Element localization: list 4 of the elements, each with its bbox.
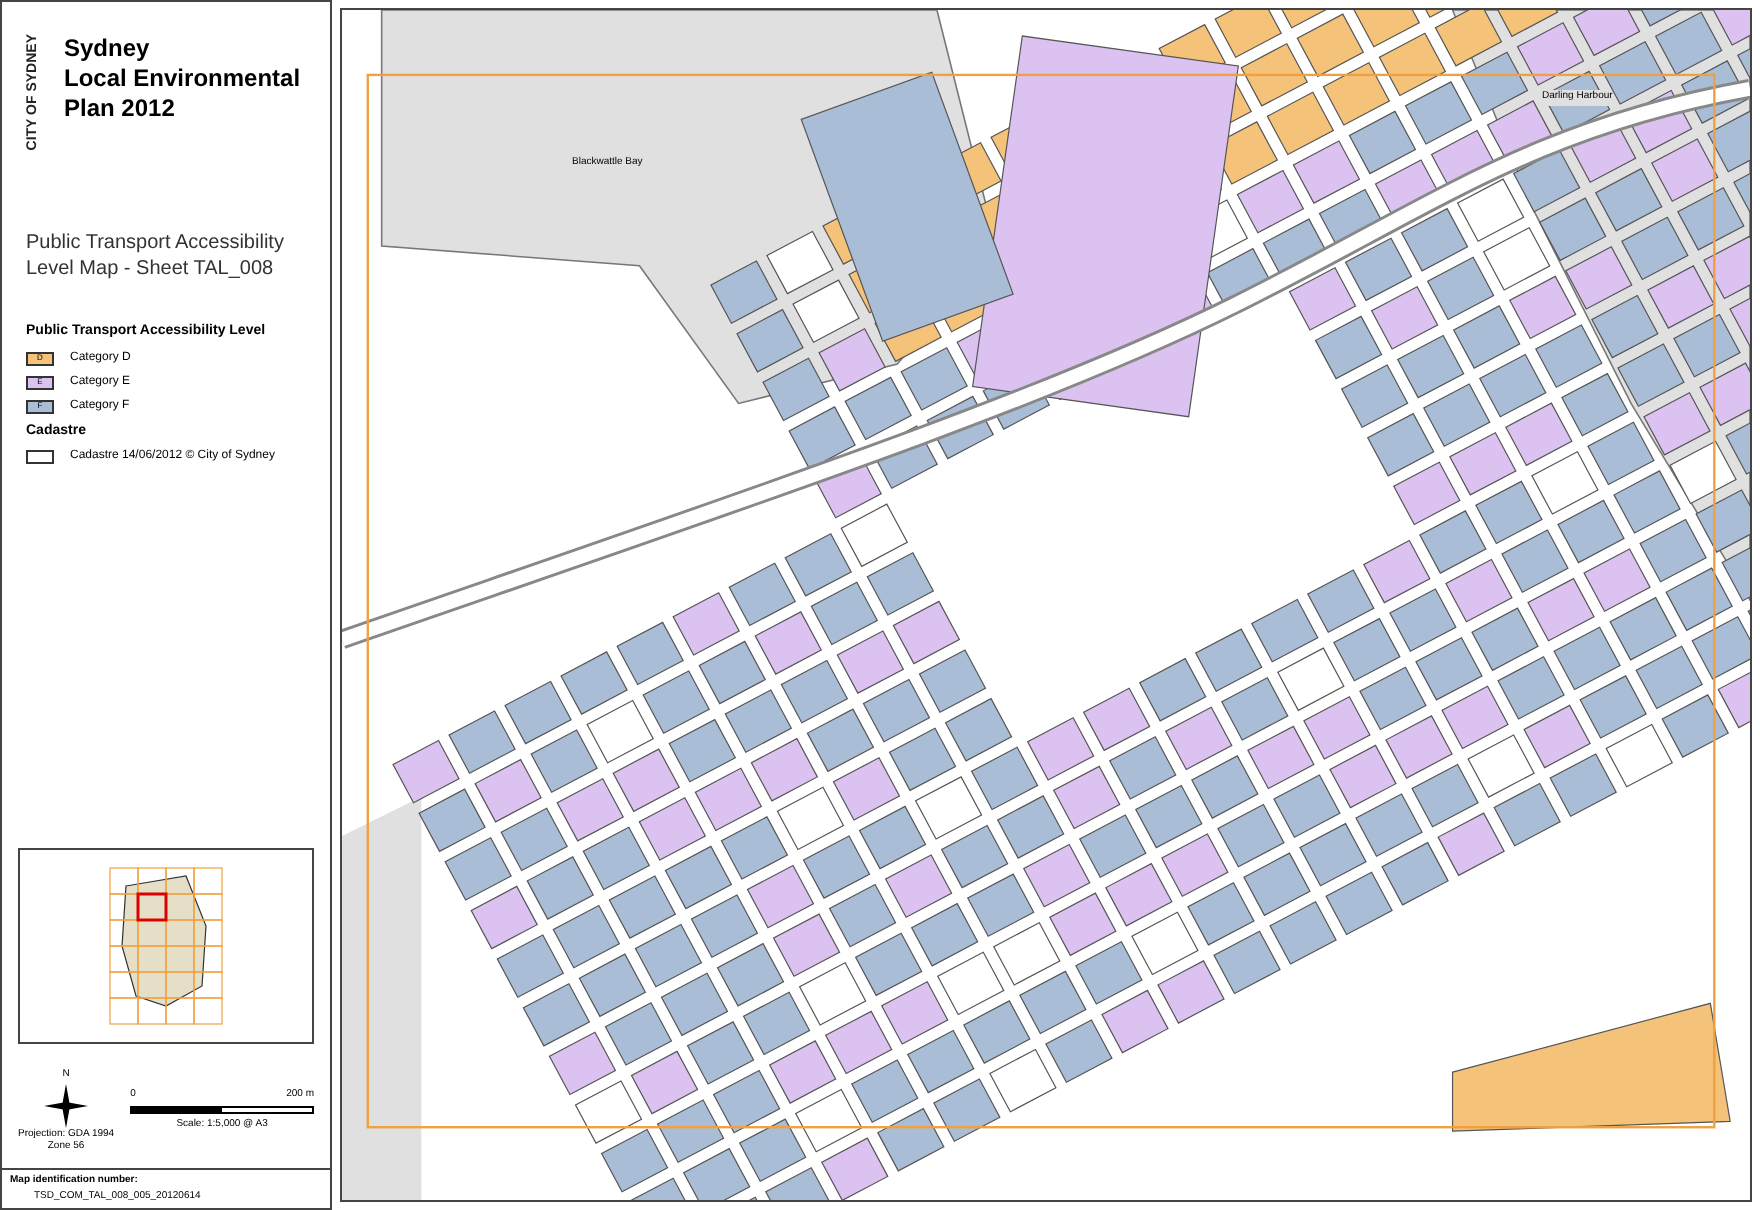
plan-title: Sydney Local Environmental Plan 2012: [64, 34, 301, 126]
cadastre-swatch: [26, 450, 54, 465]
north-arrow-icon: [44, 1083, 89, 1128]
map-title: Public Transport Accessibility Level Map - Sheet TAL_008: [24, 230, 286, 283]
